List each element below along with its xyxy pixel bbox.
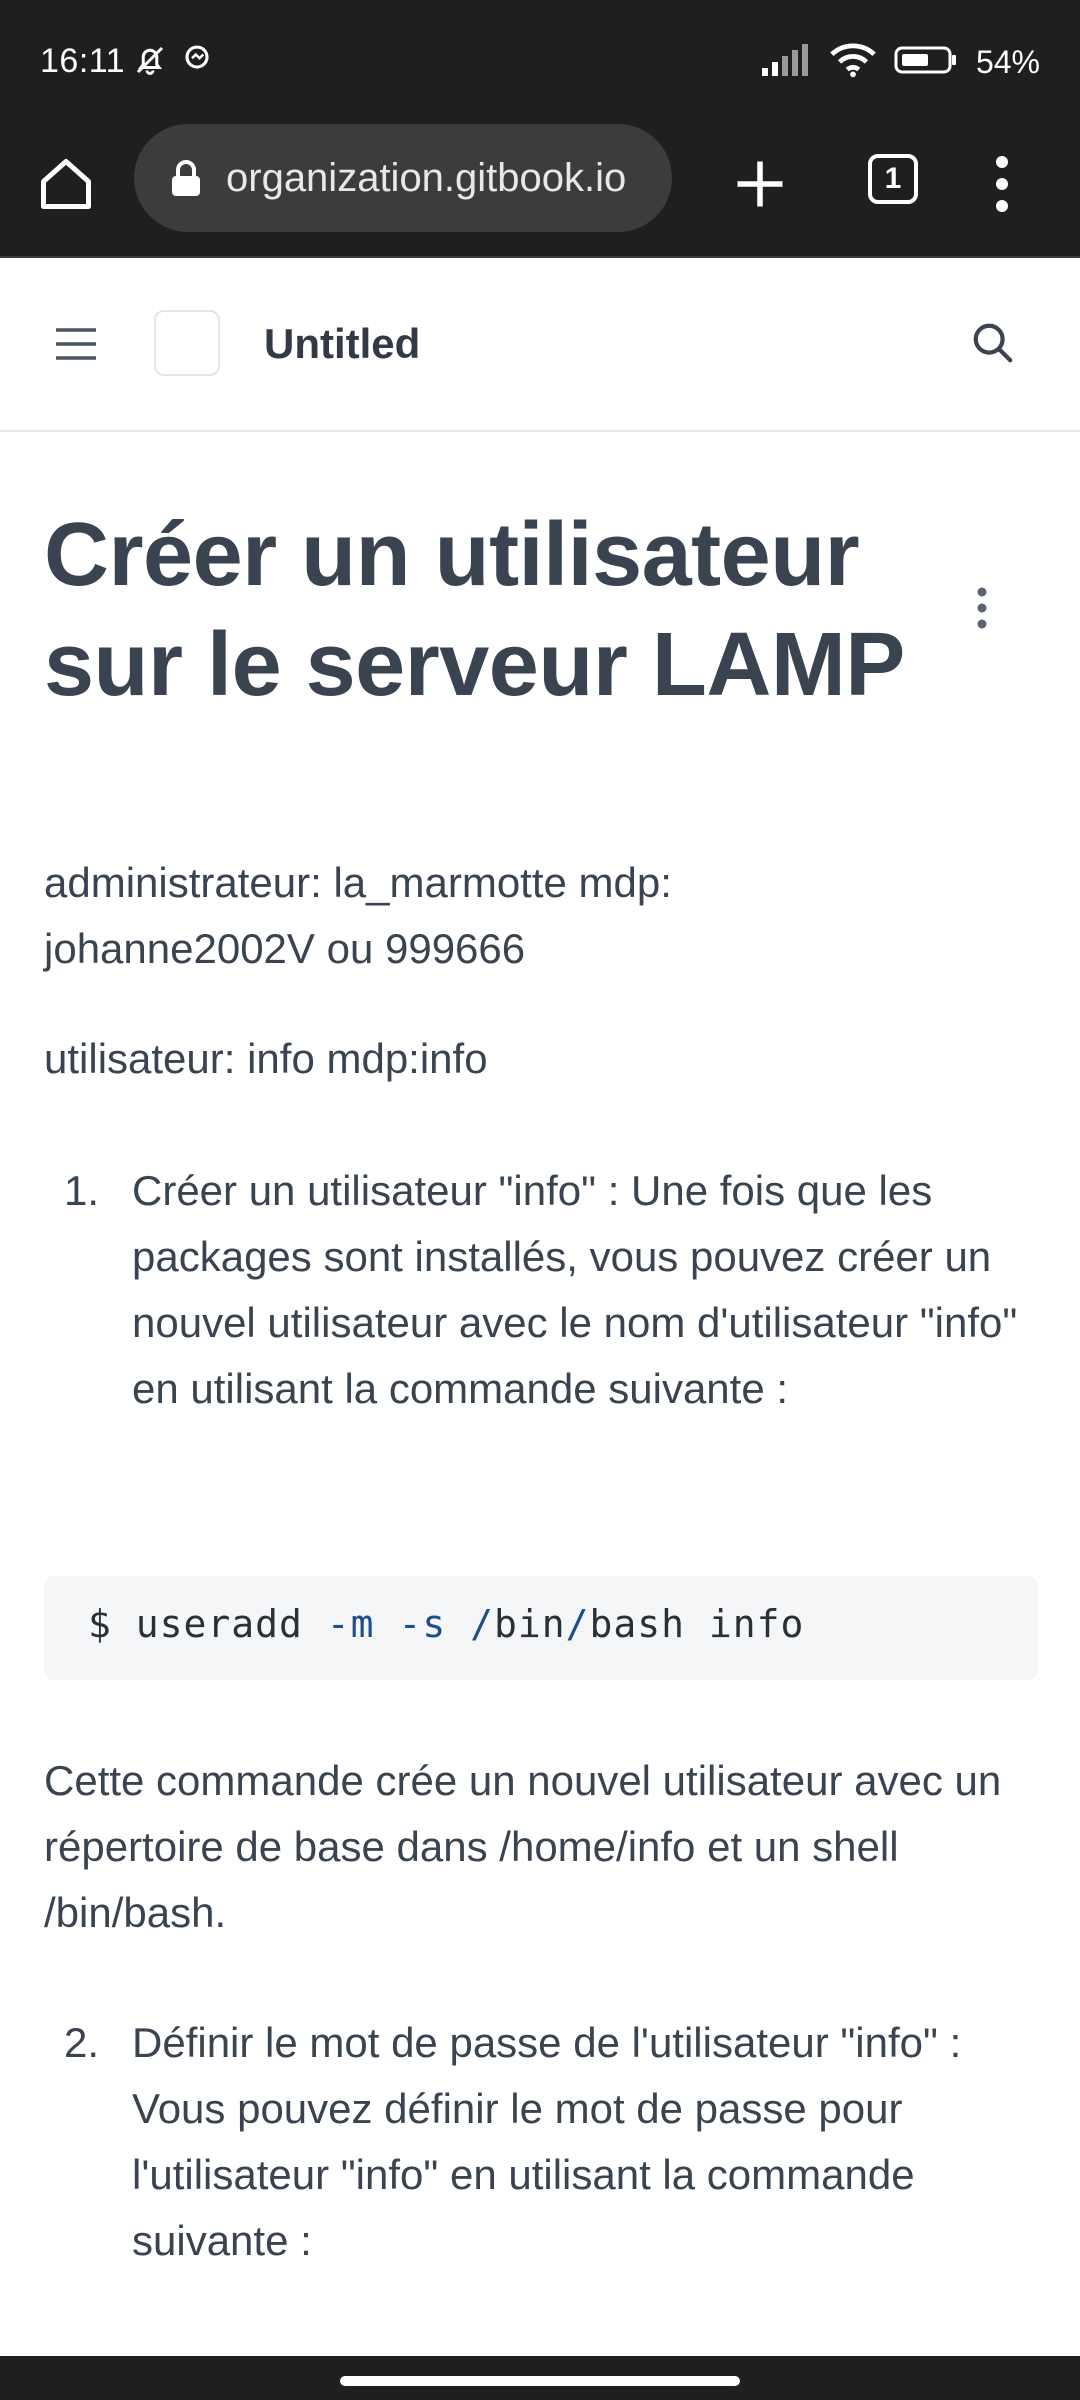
step-text: Définir le mot de passe de l'utilisateur… bbox=[132, 2019, 962, 2264]
new-tab-icon[interactable] bbox=[730, 154, 790, 214]
status-notification-icons bbox=[132, 42, 212, 83]
wifi-icon bbox=[830, 42, 876, 83]
battery-icon bbox=[894, 44, 958, 81]
code-path-dir: bin bbox=[493, 1602, 566, 1646]
tab-switcher-button[interactable]: 1 bbox=[868, 154, 918, 204]
lock-icon bbox=[170, 160, 202, 201]
step-number: 1. bbox=[64, 1167, 100, 1214]
menu-icon[interactable] bbox=[54, 324, 98, 364]
code-path-slash: / bbox=[470, 1602, 494, 1646]
system-nav-bar bbox=[0, 2356, 1080, 2400]
code-line: $ useradd -m -s /bin/bash info bbox=[88, 1602, 804, 1646]
code-path-slash: / bbox=[565, 1602, 590, 1646]
more-menu-icon[interactable] bbox=[990, 152, 1014, 216]
explanation-text: Cette commande crée un nouvel utilisateu… bbox=[44, 1757, 1002, 1936]
admin-credentials-text: administrateur: la_marmotte mdp: johanne… bbox=[44, 859, 672, 972]
home-icon[interactable] bbox=[36, 154, 96, 214]
battery-percent: 54% bbox=[975, 44, 1040, 80]
muted-bell-icon bbox=[132, 42, 168, 83]
step-number: 2. bbox=[64, 2019, 100, 2066]
site-logo[interactable] bbox=[154, 310, 220, 376]
status-time: 16:11 bbox=[40, 42, 126, 80]
sync-icon bbox=[182, 42, 212, 83]
code-block: $ useradd -m -s /bin/bash info bbox=[44, 1576, 1038, 1680]
step-text: Créer un utilisateur "info" : Une fois q… bbox=[132, 1167, 1018, 1412]
url-text: organization.gitbook.io bbox=[226, 156, 627, 200]
browser-toolbar: organization.gitbook.io 1 bbox=[0, 124, 1080, 258]
code-flag: -s bbox=[398, 1602, 447, 1646]
page-actions-icon[interactable] bbox=[970, 584, 994, 632]
code-flag: -m bbox=[326, 1602, 375, 1646]
site-title[interactable]: Untitled bbox=[264, 320, 420, 368]
address-bar[interactable]: organization.gitbook.io bbox=[134, 124, 672, 232]
page-title: Créer un utilisateur sur le serveur LAMP bbox=[44, 505, 905, 715]
code-command: $ useradd bbox=[88, 1602, 327, 1646]
home-gesture-handle[interactable] bbox=[340, 2376, 740, 2386]
status-bar: 16:11 54% bbox=[0, 0, 1080, 124]
user-credentials-text: utilisateur: info mdp:info bbox=[44, 1035, 488, 1082]
signal-icon bbox=[761, 44, 812, 81]
status-right: 54% bbox=[761, 42, 1040, 83]
code-rest: bash info bbox=[589, 1602, 805, 1646]
search-icon[interactable] bbox=[970, 320, 1016, 366]
site-header: Untitled bbox=[0, 258, 1080, 432]
